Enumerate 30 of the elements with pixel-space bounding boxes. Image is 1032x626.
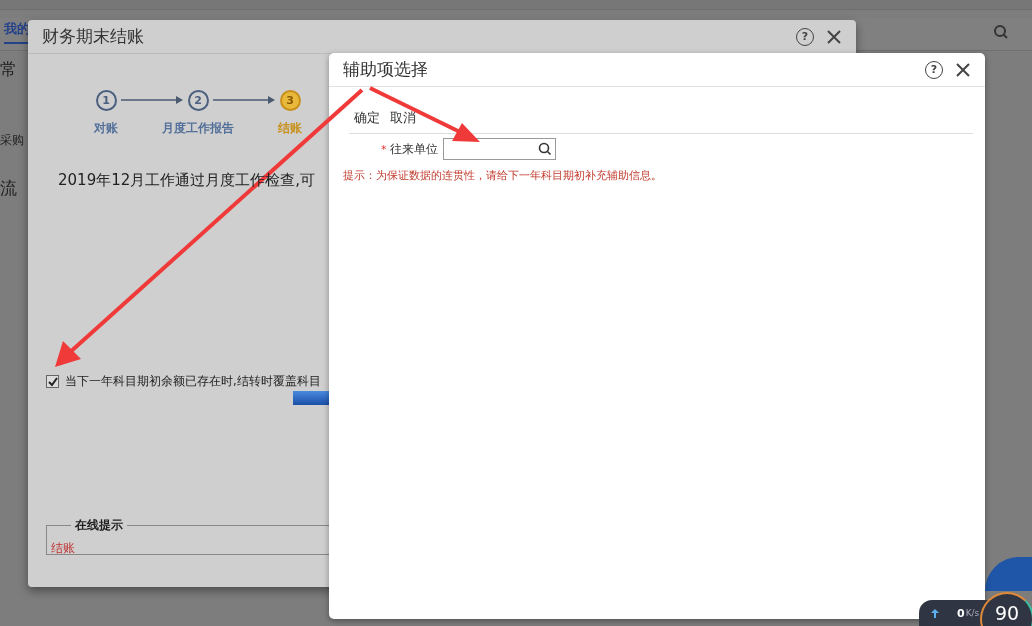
panel-legend: 在线提示 <box>71 517 127 534</box>
gauge-value: 90 <box>994 602 1020 626</box>
step-label: 月度工作报告 <box>162 120 234 137</box>
dialog-title: 财务期末结账 <box>42 25 145 48</box>
menu-item[interactable]: 常 <box>0 58 17 81</box>
dialog-title: 辅助项选择 <box>343 58 429 81</box>
search-field[interactable] <box>442 138 556 160</box>
checkbox[interactable] <box>46 375 59 388</box>
step-number: 2 <box>187 90 209 111</box>
step-label: 对账 <box>94 120 118 137</box>
close-icon[interactable] <box>955 61 971 78</box>
toolbar-button[interactable]: 确定 <box>349 107 385 129</box>
speed-value: 0 <box>957 606 965 620</box>
speed-unit: K/s <box>965 608 980 618</box>
checkbox-label: 当下一年科目期初余额已存在时,结转时覆盖科目 <box>65 374 321 389</box>
arrow-icon <box>121 96 183 104</box>
tip-link[interactable]: 结账 <box>51 540 75 557</box>
toolbar-button[interactable]: 取消 <box>385 107 421 129</box>
required-mark: * <box>381 142 387 156</box>
step-number: 3 <box>279 90 301 111</box>
step-number: 1 <box>95 90 117 111</box>
hint-text: 提示：为保证数据的连贯性，请给下一年科目期初补充辅助信息。 <box>343 168 663 183</box>
upload-arrow-icon <box>931 608 939 618</box>
search-icon[interactable] <box>537 142 552 156</box>
field-label: 往来单位 <box>389 140 438 158</box>
close-icon[interactable] <box>826 28 842 45</box>
menu-item[interactable]: 采购 <box>0 132 24 149</box>
step-label: 结账 <box>278 120 302 137</box>
arrow-icon <box>213 96 275 104</box>
menu-item[interactable]: 流 <box>0 177 17 200</box>
